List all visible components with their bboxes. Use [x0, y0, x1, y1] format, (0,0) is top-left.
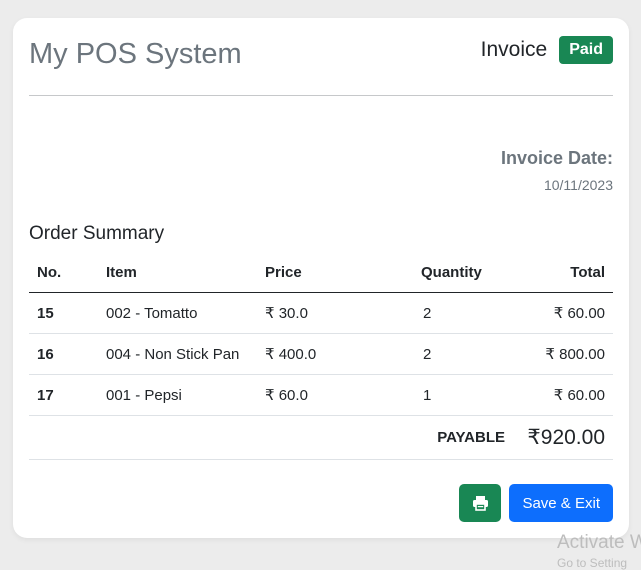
table-row: 16 004 - Non Stick Pan ₹ 400.0 2 ₹ 800.0…: [29, 333, 613, 375]
row-price: ₹ 400.0: [257, 333, 413, 375]
column-header-total: Total: [513, 252, 613, 293]
column-header-quantity: Quantity: [413, 252, 513, 293]
column-header-price: Price: [257, 252, 413, 293]
invoice-label: Invoice: [480, 38, 548, 61]
status-badge: Paid: [559, 36, 613, 64]
row-price: ₹ 30.0: [257, 292, 413, 334]
windows-activation-watermark: Activate W: [557, 532, 641, 553]
row-item: 001 - Pepsi: [98, 374, 257, 416]
row-total: ₹ 800.00: [513, 333, 613, 375]
payable-row: PAYABLE ₹920.00: [29, 415, 613, 460]
windows-activation-subtext: Go to Setting: [557, 556, 628, 570]
invoice-date-label: Invoice Date:: [500, 148, 613, 168]
save-exit-button[interactable]: Save & Exit: [509, 484, 613, 522]
order-table: No. Item Price Quantity Total 15 002 - T…: [29, 252, 613, 460]
header-divider: [29, 95, 613, 96]
invoice-card: My POS System Invoice Paid Invoice Date:…: [13, 18, 629, 538]
invoice-header: Invoice Paid: [481, 36, 613, 64]
print-button[interactable]: [459, 484, 502, 522]
table-row: 17 001 - Pepsi ₹ 60.0 1 ₹ 60.00: [29, 374, 613, 416]
row-quantity: 2: [413, 333, 513, 375]
row-total: ₹ 60.00: [513, 374, 613, 416]
row-total: ₹ 60.00: [513, 292, 613, 334]
action-buttons: Save & Exit: [459, 484, 613, 522]
payable-label: PAYABLE: [29, 415, 513, 460]
row-number: 17: [29, 374, 98, 416]
column-header-no: No.: [29, 252, 98, 293]
row-number: 16: [29, 333, 98, 375]
row-price: ₹ 60.0: [257, 374, 413, 416]
order-summary-title: Order Summary: [29, 223, 165, 244]
row-item: 002 - Tomatto: [98, 292, 257, 334]
row-item: 004 - Non Stick Pan: [98, 333, 257, 375]
printer-icon: [472, 496, 488, 511]
row-quantity: 1: [413, 374, 513, 416]
row-quantity: 2: [413, 292, 513, 334]
row-number: 15: [29, 292, 98, 334]
table-header-row: No. Item Price Quantity Total: [29, 252, 613, 293]
table-row: 15 002 - Tomatto ₹ 30.0 2 ₹ 60.00: [29, 292, 613, 334]
app-title: My POS System: [29, 38, 242, 70]
payable-amount: ₹920.00: [513, 415, 613, 460]
column-header-item: Item: [98, 252, 257, 293]
invoice-date-value: 10/11/2023: [543, 177, 613, 193]
